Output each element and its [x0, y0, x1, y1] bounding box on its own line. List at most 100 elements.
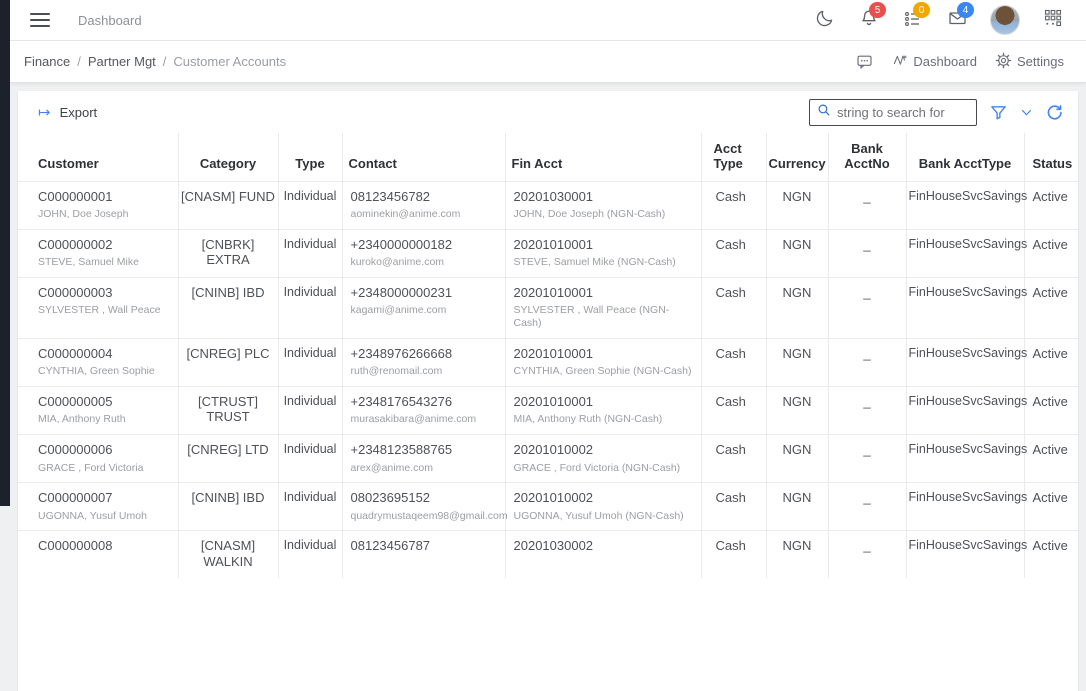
breadcrumb-finance[interactable]: Finance: [24, 54, 70, 69]
bank-accttype-cell: FinHouseSvcSavings: [905, 276, 1027, 339]
bank-acctno-cell: _: [827, 228, 906, 278]
status-cell: Active: [1023, 530, 1078, 578]
apps-button[interactable]: [1042, 9, 1064, 31]
category-cell: [CTRUST] TRUST: [177, 385, 278, 435]
avatar[interactable]: [990, 5, 1020, 35]
export-button[interactable]: ↦ Export: [38, 105, 97, 120]
contact-cell: +2340000000182 kuroko@anime.com: [341, 228, 505, 278]
col-header-contact: Contact: [341, 133, 505, 181]
collapsed-sidebar[interactable]: [0, 0, 10, 506]
customer-accounts-card: ↦ Export string to search for Customer C…: [18, 91, 1078, 691]
search-input[interactable]: [837, 104, 969, 120]
bank-accttype-cell: FinHouseSvcSavings: [905, 385, 1027, 435]
fin-acct-number: 20201010001: [513, 393, 594, 409]
customer-name: SYLVESTER , Wall Peace: [38, 304, 161, 317]
fin-acct-name: STEVE, Samuel Mike (NGN-Cash): [513, 256, 676, 269]
contact-phone: +2348123588765: [350, 442, 453, 458]
col-header-fin-acct: Fin Acct: [504, 133, 701, 181]
bank-accttype-cell: FinHouseSvcSavings: [905, 228, 1027, 278]
acct-type-cell: Cash: [700, 482, 766, 531]
export-icon: ↦: [38, 103, 51, 121]
table-body: C000000001 JOHN, Doe Joseph [CNASM] FUND…: [18, 180, 1078, 578]
search-box: [809, 98, 977, 126]
gear-icon: [995, 52, 1012, 72]
fin-acct-cell: 20201010001 CYNTHIA, Green Sophie (NGN-C…: [504, 337, 701, 387]
dashboard-action[interactable]: Dashboard: [892, 53, 977, 71]
bank-accttype-cell: FinHouseSvcSavings: [905, 180, 1027, 230]
contact-email: kagami@anime.com: [350, 304, 447, 317]
table-row[interactable]: C000000008 [CNASM] WALKIN Individual 081…: [18, 530, 1078, 578]
contact-email: quadrymustaqeem98@gmail.com: [350, 509, 508, 522]
bank-acctno-cell: _: [827, 180, 906, 230]
settings-action[interactable]: Settings: [995, 52, 1064, 72]
currency-cell: NGN: [765, 434, 828, 483]
notifications-button[interactable]: 5: [858, 2, 886, 31]
filter-chevron-down-icon[interactable]: [1020, 106, 1033, 119]
messages-button[interactable]: 4: [946, 2, 974, 31]
customer-cell: C000000007 UGONNA, Yusuf Umoh: [18, 482, 178, 531]
acct-type-cell: Cash: [700, 385, 766, 435]
acct-type-cell: Cash: [700, 530, 766, 578]
contact-phone: 08023695152: [350, 490, 431, 506]
customer-id: C000000001: [38, 188, 113, 204]
topbar: Dashboard 5 0 4: [10, 0, 1086, 41]
status-cell: Active: [1023, 276, 1078, 339]
status-cell: Active: [1023, 434, 1078, 483]
type-cell: Individual: [277, 482, 342, 531]
fin-acct-number: 20201010001: [513, 236, 594, 252]
fin-acct-name: SYLVESTER , Wall Peace (NGN-Cash): [513, 304, 670, 330]
col-header-bank-acctno: Bank AcctNo: [827, 133, 906, 181]
fin-acct-name: JOHN, Doe Joseph (NGN-Cash): [513, 208, 666, 221]
fin-acct-cell: 20201010001 SYLVESTER , Wall Peace (NGN-…: [504, 276, 701, 339]
dark-mode-button[interactable]: [814, 9, 836, 31]
currency-cell: NGN: [765, 228, 828, 278]
tasks-button[interactable]: 0: [902, 2, 930, 31]
customer-id: C000000008: [38, 538, 113, 554]
breadcrumb-separator: /: [162, 54, 167, 69]
breadcrumb-partner-mgt[interactable]: Partner Mgt: [88, 54, 156, 69]
acct-type-cell: Cash: [700, 228, 766, 278]
col-header-bank-accttype: Bank AcctType: [905, 133, 1024, 181]
fin-acct-number: 20201010001: [513, 345, 594, 361]
col-header-status: Status: [1023, 133, 1078, 181]
contact-cell: 08123456787: [341, 530, 505, 578]
acct-type-cell: Cash: [700, 180, 766, 230]
bank-acctno-cell: _: [827, 276, 906, 339]
table-row[interactable]: C000000001 JOHN, Doe Joseph [CNASM] FUND…: [18, 180, 1078, 230]
contact-phone: +2348176543276: [350, 393, 453, 409]
menu-toggle-icon[interactable]: [30, 9, 50, 31]
customer-name: UGONNA, Yusuf Umoh: [38, 509, 147, 522]
table-row[interactable]: C000000002 STEVE, Samuel Mike [CNBRK] EX…: [18, 228, 1078, 278]
type-cell: Individual: [277, 337, 342, 387]
col-header-category: Category: [177, 133, 278, 181]
bank-acctno-cell: _: [827, 530, 906, 578]
export-label: Export: [59, 104, 98, 120]
bank-accttype-cell: FinHouseSvcSavings: [905, 530, 1027, 578]
type-cell: Individual: [277, 385, 342, 435]
contact-phone: 08123456787: [350, 538, 431, 554]
acct-type-cell: Cash: [700, 434, 766, 483]
customer-id: C000000007: [38, 490, 113, 506]
chat-button[interactable]: [855, 53, 874, 71]
currency-cell: NGN: [765, 530, 828, 578]
fin-acct-name: GRACE , Ford Victoria (NGN-Cash): [513, 461, 681, 474]
status-cell: Active: [1023, 228, 1078, 278]
contact-phone: 08123456782: [350, 188, 431, 204]
type-cell: Individual: [277, 180, 342, 230]
refresh-button[interactable]: [1045, 103, 1064, 122]
table-row[interactable]: C000000004 CYNTHIA, Green Sophie [CNREG]…: [18, 337, 1078, 387]
customer-accounts-table: Customer Category Type Contact Fin Acct …: [18, 133, 1078, 578]
filter-button[interactable]: [989, 103, 1008, 122]
contact-phone: +2348976266668: [350, 345, 453, 361]
contact-cell: 08123456782 aominekin@anime.com: [341, 180, 505, 230]
bank-accttype-cell: FinHouseSvcSavings: [905, 482, 1027, 531]
breadcrumb-customer-accounts[interactable]: Customer Accounts: [173, 54, 286, 69]
customer-id: C000000003: [38, 284, 113, 300]
notifications-badge: 5: [869, 2, 886, 18]
table-row[interactable]: C000000005 MIA, Anthony Ruth [CTRUST] TR…: [18, 385, 1078, 435]
table-row[interactable]: C000000007 UGONNA, Yusuf Umoh [CNINB] IB…: [18, 482, 1078, 531]
customer-cell: C000000003 SYLVESTER , Wall Peace: [18, 276, 178, 339]
table-row[interactable]: C000000003 SYLVESTER , Wall Peace [CNINB…: [18, 276, 1078, 339]
category-cell: [CNINB] IBD: [177, 276, 278, 339]
table-row[interactable]: C000000006 GRACE , Ford Victoria [CNREG]…: [18, 434, 1078, 483]
